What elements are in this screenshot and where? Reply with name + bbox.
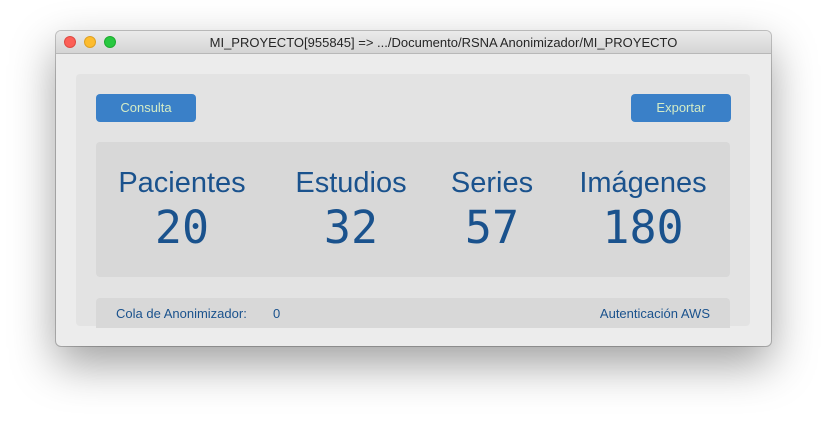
stat-series: Series 57 <box>442 166 542 256</box>
minimize-window-button[interactable] <box>84 36 96 48</box>
stat-label: Estudios <box>295 167 407 199</box>
exportar-button[interactable]: Exportar <box>631 94 731 122</box>
stat-label: Series <box>450 167 534 199</box>
stat-label: Pacientes <box>118 167 246 199</box>
stat-value: 32 <box>323 201 379 254</box>
stat-imagenes: Imágenes 180 <box>570 166 716 256</box>
close-window-button[interactable] <box>64 36 76 48</box>
zoom-window-button[interactable] <box>104 36 116 48</box>
anonymizer-queue-label: Cola de Anonimizador: <box>116 306 247 321</box>
consulta-button[interactable]: Consulta <box>96 94 196 122</box>
stat-pacientes: Pacientes 20 <box>112 166 252 256</box>
app-window: MI_PROYECTO[955845] => .../Documento/RSN… <box>56 31 771 346</box>
stat-value: 180 <box>602 201 684 254</box>
main-panel: Consulta Exportar Pacientes 20 Estudios … <box>76 74 750 328</box>
stat-label: Imágenes <box>579 167 707 199</box>
stat-value: 20 <box>154 201 210 254</box>
window-title: MI_PROYECTO[955845] => .../Documento/RSN… <box>209 35 678 50</box>
title-bar: MI_PROYECTO[955845] => .../Documento/RSN… <box>56 31 771 54</box>
anonymizer-queue-count: 0 <box>273 306 281 321</box>
stat-estudios: Estudios 32 <box>286 166 416 256</box>
aws-authentication-link[interactable]: Autenticación AWS <box>600 306 710 321</box>
status-bar: Cola de Anonimizador: 0 Autenticación AW… <box>96 298 730 328</box>
stats-panel: Pacientes 20 Estudios 32 Series 57 Imáge… <box>96 142 730 277</box>
stat-value: 57 <box>464 201 520 254</box>
